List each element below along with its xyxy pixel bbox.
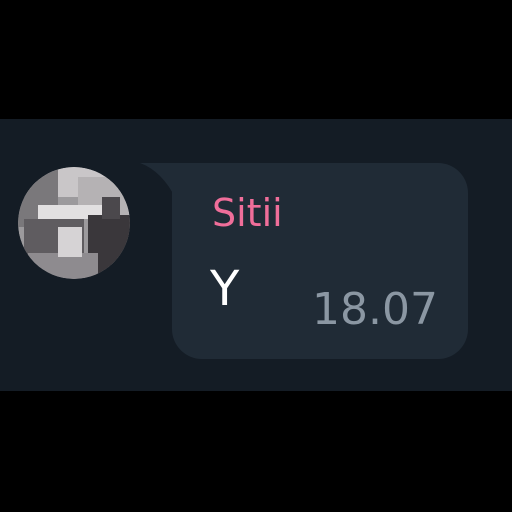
sender-name[interactable]: Sitii — [212, 191, 283, 235]
message-timestamp: 18.07 — [312, 284, 438, 335]
chat-area: Sitii Y 18.07 — [0, 119, 512, 391]
bubble-body: Sitii Y 18.07 — [172, 163, 468, 359]
message-bubble[interactable]: Sitii Y 18.07 — [140, 163, 468, 359]
avatar-photo — [18, 167, 130, 279]
avatar[interactable] — [18, 167, 130, 279]
message-text: Y — [210, 261, 240, 317]
